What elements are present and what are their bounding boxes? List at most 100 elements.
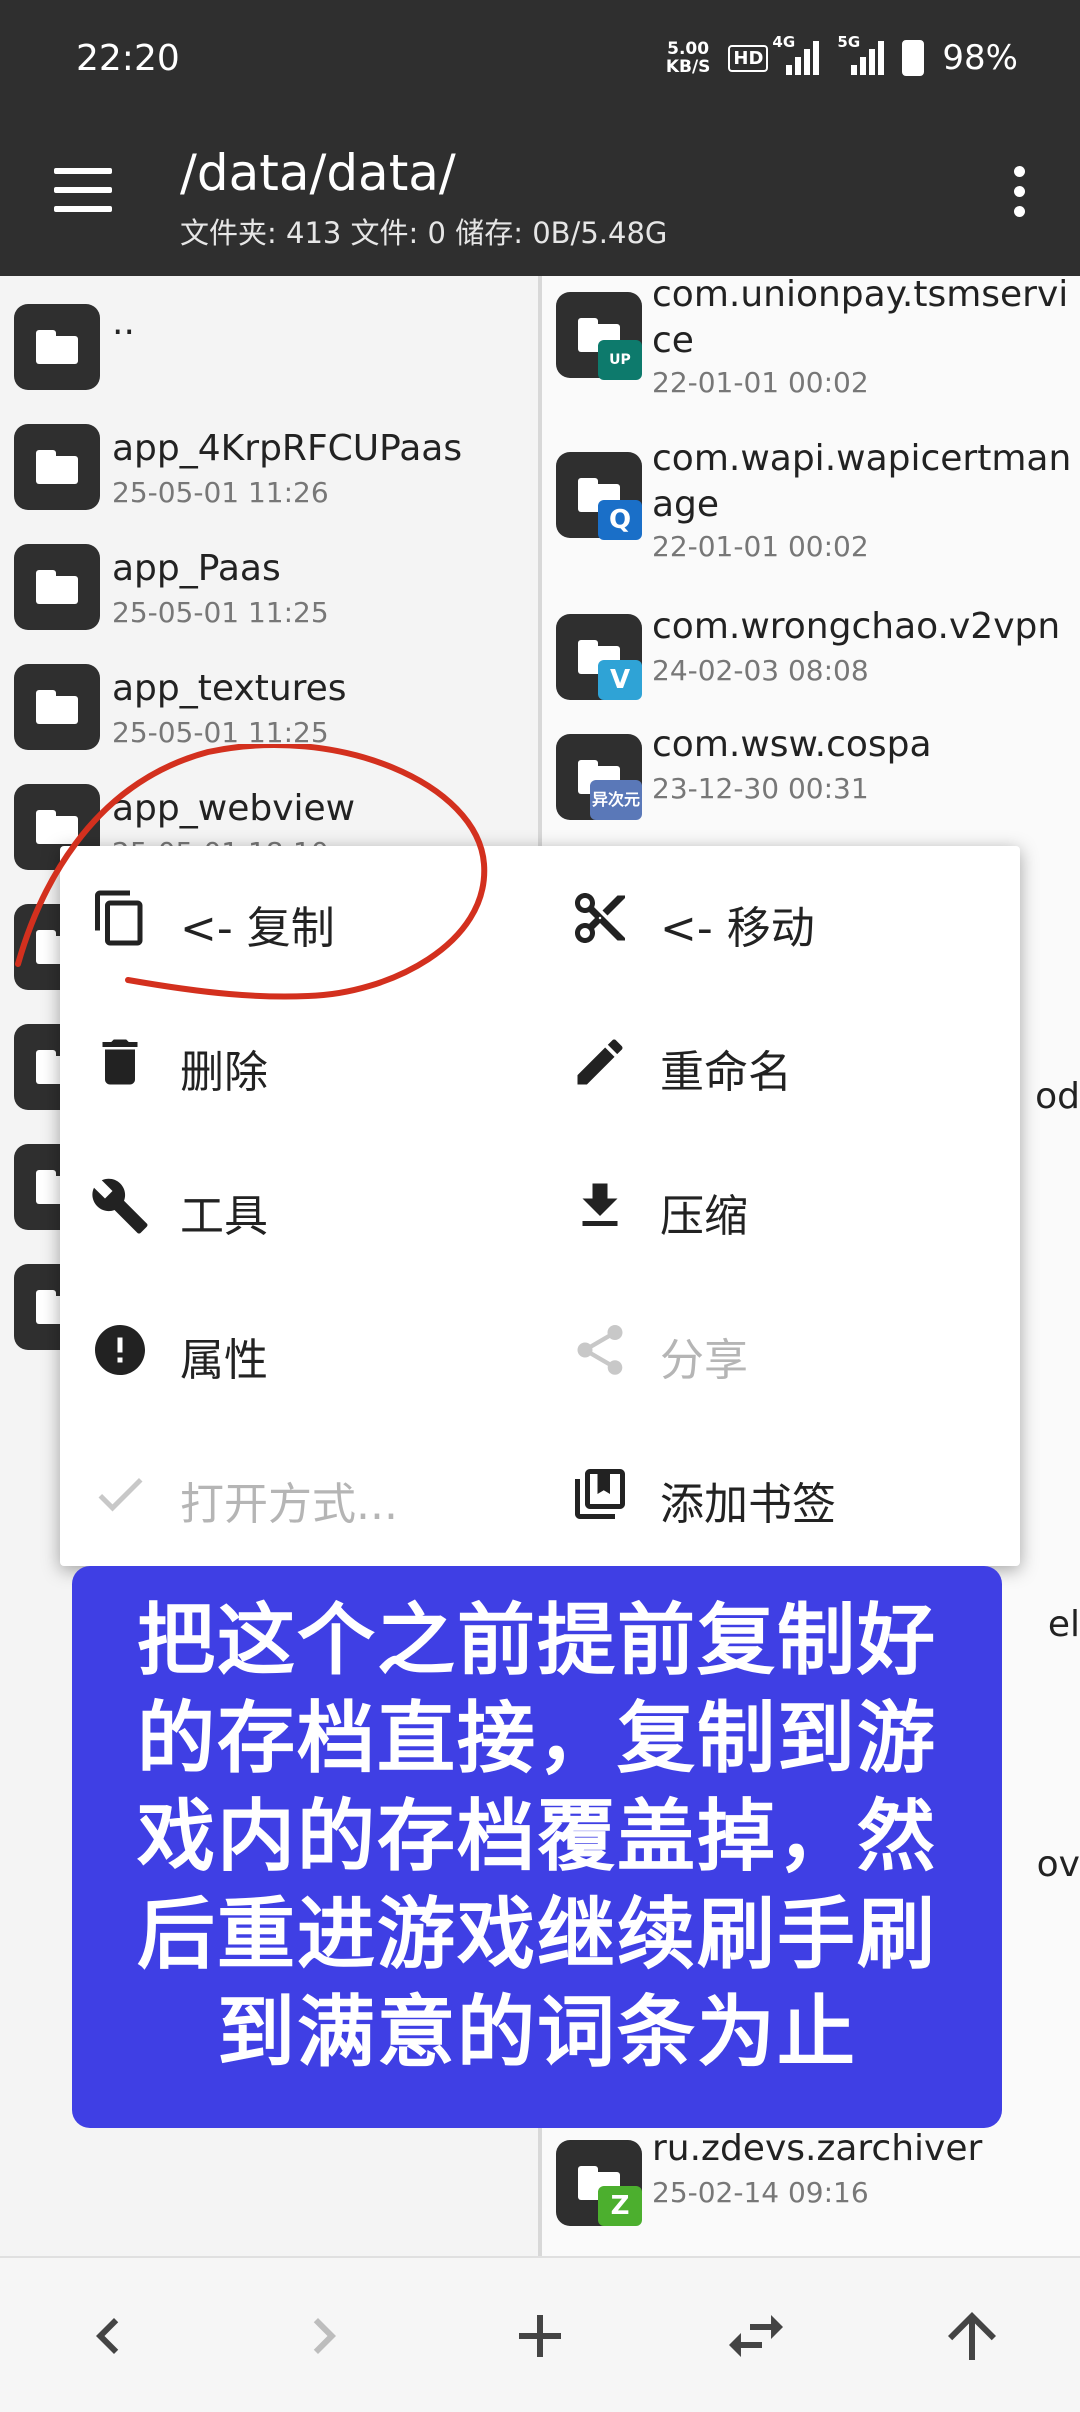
bookmark-label: 添加书签 [660, 1479, 836, 1530]
status-icons: 5.00 KB/S HD 4G 5G 98% [666, 33, 1018, 78]
item-name: app_Paas [112, 548, 281, 589]
net1-label: 4G [772, 33, 796, 51]
partial-item-name: ov [1036, 1844, 1080, 1885]
back-chevron-icon[interactable] [72, 2300, 144, 2372]
current-path: /data/data/ [180, 144, 456, 202]
copy-label: <- 复制 [180, 903, 335, 954]
signal-5g-icon: 5G [837, 33, 885, 75]
item-date: 25-02-14 09:16 [652, 2176, 869, 2209]
compress-menu-item[interactable]: 压缩 [540, 1134, 1010, 1278]
trash-icon [102, 1039, 138, 1085]
rename-label: 重命名 [660, 1047, 792, 1098]
exclamation-circle-icon [95, 1325, 145, 1375]
annotation-line: 的存档直接，复制到游 [136, 1694, 937, 1784]
check-icon [98, 1477, 143, 1512]
compress-label: 压缩 [660, 1191, 748, 1242]
folder-icon [14, 424, 100, 510]
list-item[interactable]: 异次元 com.wsw.cospa 23-12-30 00:31 [542, 716, 1080, 836]
item-date: 25-05-01 11:25 [112, 716, 329, 749]
hamburger-menu-icon[interactable] [54, 168, 112, 212]
item-date: 24-02-03 08:08 [652, 654, 869, 687]
annotation-line: 后重进游戏继续刷手刷 [136, 1890, 937, 1980]
app-bar: /data/data/ 文件夹: 413 文件: 0 储存: 0B/5.48G [0, 124, 1080, 276]
partial-item-name: od [1035, 1076, 1080, 1117]
net-speed: 5.00 KB/S [666, 40, 711, 76]
share-icon [577, 1325, 623, 1375]
move-label: <- 移动 [660, 903, 815, 954]
list-item[interactable]: UP com.unionpay.tsmservice 22-01-01 00:0… [542, 276, 1080, 426]
context-menu: <- 复制 <- 移动 删除 重命名 工具 压缩 属性 分享 打开方式... 添… [60, 846, 1020, 1566]
annotation-line: 到满意的词条为止 [216, 1988, 857, 2078]
folder-icon [14, 664, 100, 750]
partial-item-name: el [1047, 1604, 1080, 1645]
folder-stats: 文件夹: 413 文件: 0 储存: 0B/5.48G [180, 216, 668, 250]
share-label: 分享 [660, 1335, 748, 1386]
item-date: 25-05-01 11:25 [112, 596, 329, 629]
hd-icon: HD [728, 44, 769, 72]
zarchiver-app-badge: Z [598, 2186, 642, 2226]
net-speed-value: 5.00 [667, 39, 710, 59]
tools-label: 工具 [180, 1191, 268, 1242]
pencil-icon [577, 1039, 623, 1085]
bottom-toolbar [0, 2256, 1080, 2412]
wrench-icon [92, 1178, 148, 1234]
delete-menu-item[interactable]: 删除 [60, 990, 530, 1134]
properties-label: 属性 [180, 1335, 268, 1386]
item-name: com.unionpay.tsmservice [652, 276, 1069, 361]
annotation-line: 戏内的存档覆盖掉，然 [136, 1792, 937, 1882]
annotation-line: 把这个之前提前复制好 [136, 1596, 937, 1686]
open-with-menu-item[interactable]: 打开方式... [60, 1422, 530, 1566]
item-name: app_4KrpRFCUPaas [112, 428, 463, 469]
net-speed-unit: KB/S [665, 57, 711, 77]
bookmarks-icon [575, 1469, 625, 1519]
list-item[interactable]: app_4KrpRFCUPaas 25-05-01 11:26 [0, 408, 538, 528]
list-item[interactable]: app_textures 25-05-01 11:25 [0, 648, 538, 768]
tools-menu-item[interactable]: 工具 [60, 1134, 530, 1278]
item-name: ru.zdevs.zarchiver [652, 2128, 983, 2169]
unionpay-app-badge: UP [598, 340, 642, 380]
scissors-icon [575, 893, 625, 943]
share-menu-item[interactable]: 分享 [540, 1278, 1010, 1422]
properties-menu-item[interactable]: 属性 [60, 1278, 530, 1422]
wapi-app-badge: Q [598, 500, 642, 540]
battery-icon [902, 40, 925, 76]
copy-menu-item[interactable]: <- 复制 [60, 846, 530, 990]
item-date: 22-01-01 00:02 [652, 366, 869, 399]
more-options-icon[interactable] [1014, 166, 1030, 226]
instruction-annotation: 把这个之前提前复制好 的存档直接，复制到游 戏内的存档覆盖掉，然 后重进游戏继续… [72, 1566, 1002, 2128]
list-item[interactable]: Q com.wapi.wapicertmanage 22-01-01 00:02 [542, 436, 1080, 596]
swap-icon[interactable] [720, 2300, 792, 2372]
item-name: app_textures [112, 668, 347, 709]
rename-menu-item[interactable]: 重命名 [540, 990, 1010, 1134]
v2vpn-app-badge: V [598, 660, 642, 700]
cospa-app-badge: 异次元 [590, 780, 642, 820]
item-date: 23-12-30 00:31 [652, 772, 869, 805]
folder-icon [14, 304, 100, 390]
battery-percent: 98% [942, 38, 1018, 78]
list-item[interactable]: .. [0, 288, 538, 408]
item-name: com.wrongchao.v2vpn [652, 606, 1061, 647]
folder-icon [14, 544, 100, 630]
net2-label: 5G [837, 33, 861, 51]
arrow-up-icon[interactable] [936, 2300, 1008, 2372]
item-date: 25-05-01 11:26 [112, 476, 329, 509]
item-name: com.wsw.cospa [652, 724, 932, 765]
copy-icon [95, 890, 143, 946]
forward-chevron-icon[interactable] [288, 2300, 360, 2372]
bookmark-menu-item[interactable]: 添加书签 [540, 1422, 1010, 1566]
status-bar: 22:20 5.00 KB/S HD 4G 5G 98% [0, 0, 1080, 124]
item-date: 22-01-01 00:02 [652, 530, 869, 563]
delete-label: 删除 [180, 1047, 268, 1098]
signal-4g-icon: 4G [772, 33, 820, 75]
list-item[interactable]: app_Paas 25-05-01 11:25 [0, 528, 538, 648]
open-with-label: 打开方式... [180, 1479, 398, 1530]
download-icon [582, 1183, 618, 1226]
item-name: com.wapi.wapicertmanage [652, 438, 1072, 525]
list-item[interactable]: V com.wrongchao.v2vpn 24-02-03 08:08 [542, 596, 1080, 716]
clock: 22:20 [76, 38, 180, 79]
add-icon[interactable] [504, 2300, 576, 2372]
item-name: app_webview [112, 788, 356, 829]
list-item[interactable]: Z ru.zdevs.zarchiver 25-02-14 09:16 [542, 2122, 1080, 2242]
move-menu-item[interactable]: <- 移动 [540, 846, 1010, 990]
item-name: .. [112, 302, 135, 343]
